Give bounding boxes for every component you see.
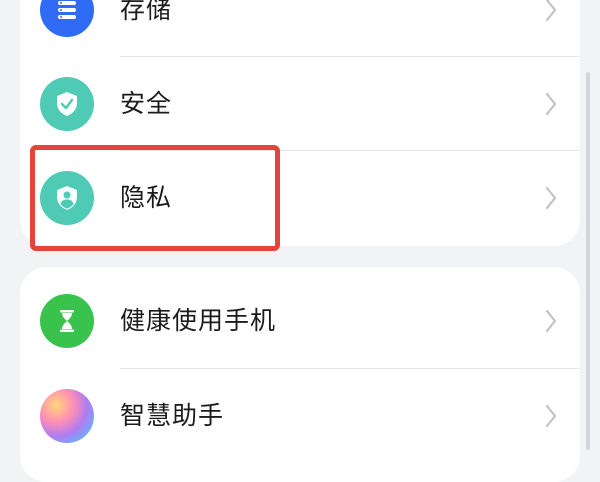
- settings-item-smart-assistant[interactable]: 智慧助手: [20, 369, 580, 463]
- chevron-right-icon: [545, 92, 557, 116]
- chevron-right-icon: [545, 309, 557, 333]
- settings-card-1: 存储 安全 隐私: [20, 0, 580, 246]
- settings-item-label: 智慧助手: [120, 401, 225, 430]
- settings-item-privacy[interactable]: 隐私: [20, 151, 580, 245]
- privacy-user-shield-icon: [40, 171, 94, 225]
- settings-item-digital-balance[interactable]: 健康使用手机: [20, 274, 580, 368]
- chevron-right-icon: [545, 186, 557, 210]
- settings-item-label: 安全: [120, 89, 173, 118]
- security-shield-icon: [40, 77, 94, 131]
- hourglass-icon: [40, 294, 94, 348]
- settings-item-security[interactable]: 安全: [20, 57, 580, 151]
- scrollbar[interactable]: [586, 72, 590, 450]
- chevron-right-icon: [545, 404, 557, 428]
- storage-icon: [40, 0, 94, 37]
- settings-item-storage[interactable]: 存储: [20, 0, 580, 57]
- settings-item-label: 存储: [120, 0, 173, 24]
- chevron-right-icon: [545, 0, 557, 22]
- settings-item-label: 隐私: [120, 183, 173, 212]
- smart-assistant-orb-icon: [40, 389, 94, 443]
- settings-item-label: 健康使用手机: [120, 306, 277, 335]
